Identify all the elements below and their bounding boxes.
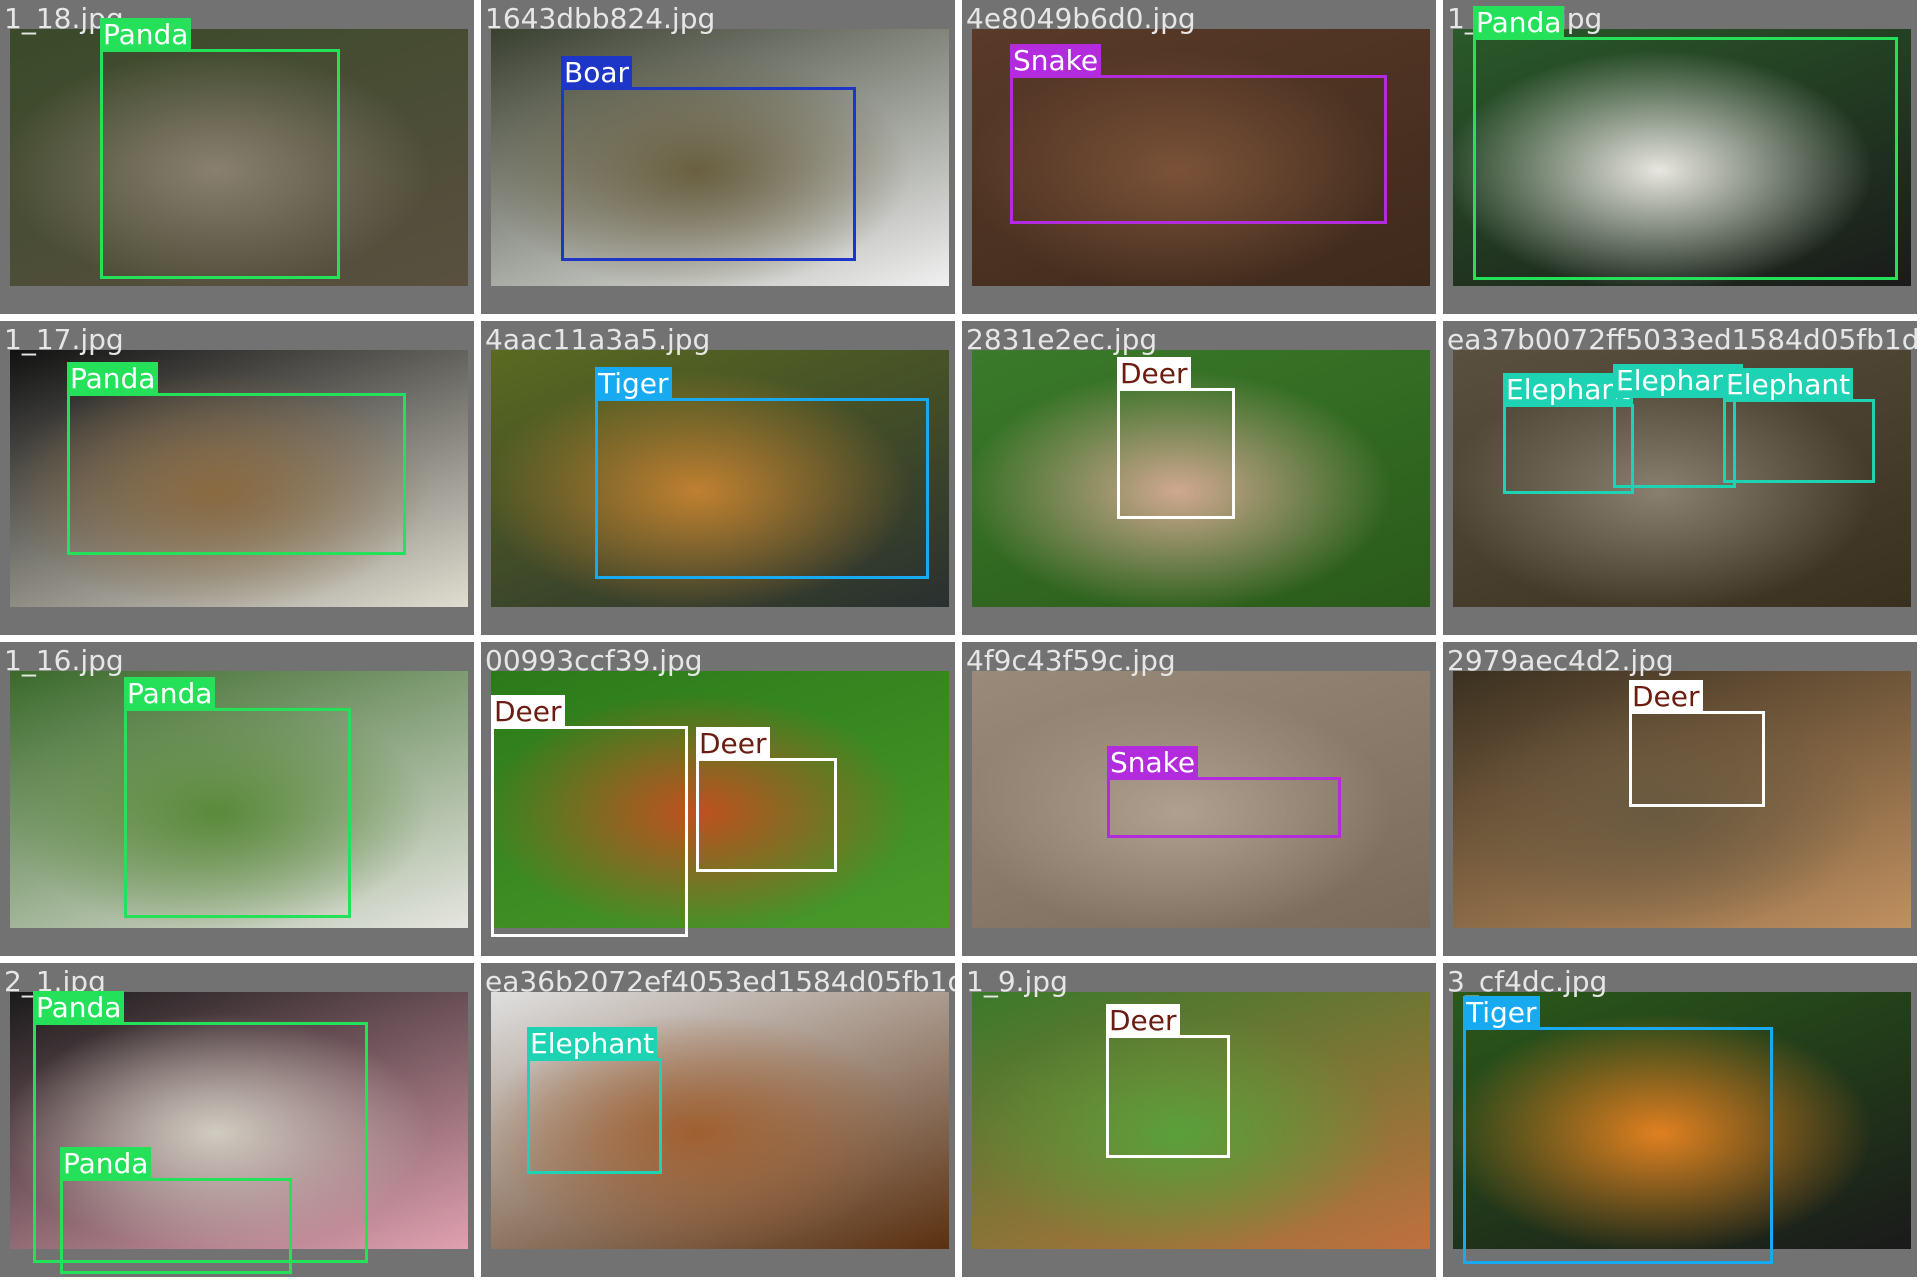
class-label: Panda bbox=[124, 677, 216, 710]
image-tile[interactable]: 2979aec4d2.jpg Deer bbox=[1443, 642, 1917, 956]
class-label: Panda bbox=[1473, 6, 1565, 39]
class-label: Panda bbox=[100, 18, 192, 51]
bounding-box-panda: Panda bbox=[1473, 6, 1898, 280]
bounding-box-deer: Deer bbox=[491, 695, 688, 937]
image-filename: 1643dbb824.jpg bbox=[485, 2, 716, 35]
bounding-box-deer: Deer bbox=[696, 727, 837, 872]
class-label: Deer bbox=[1117, 357, 1191, 390]
image-filename: 1_16.jpg bbox=[4, 644, 124, 677]
class-label: Panda bbox=[33, 991, 125, 1024]
image-filename: ea37b0072ff5033ed1584d05fb1d bbox=[1447, 323, 1917, 356]
image-tile[interactable]: 4f9c43f59c.jpg Snake bbox=[962, 642, 1436, 956]
bounding-box-tiger: Tiger bbox=[595, 367, 929, 579]
image-tile[interactable]: 1_16.jpg Panda bbox=[0, 642, 474, 956]
bounding-box-panda: Panda bbox=[100, 18, 340, 279]
class-label: Tiger bbox=[595, 367, 672, 400]
bounding-box-deer: Deer bbox=[1106, 1004, 1230, 1158]
image-filename: 1_9.jpg bbox=[966, 965, 1068, 998]
image-tile[interactable]: 1_9.jpg Deer bbox=[962, 963, 1436, 1277]
class-label: Elephant bbox=[527, 1027, 658, 1060]
bounding-box-deer: Deer bbox=[1629, 680, 1765, 807]
image-tile[interactable]: 1643dbb824.jpg Boar bbox=[481, 0, 955, 314]
bounding-box-elephant: Elephant bbox=[527, 1027, 662, 1174]
class-label: Deer bbox=[696, 727, 770, 760]
image-filename: 2979aec4d2.jpg bbox=[1447, 644, 1674, 677]
bounding-box-elephant: Elephant bbox=[1613, 364, 1744, 488]
bounding-box-panda: Panda bbox=[60, 1147, 292, 1274]
image-filename: 4f9c43f59c.jpg bbox=[966, 644, 1176, 677]
image-filename: 2831e2ec.jpg bbox=[966, 323, 1158, 356]
class-label: Snake bbox=[1010, 44, 1102, 77]
bounding-box-elephant: Elephant bbox=[1723, 368, 1875, 483]
image-filename: ea36b2072ef4053ed1584d05fb1d4498e777 bbox=[485, 965, 955, 998]
class-label: Tiger bbox=[1463, 996, 1540, 1029]
image-tile[interactable]: 1_7964.jpgPanda bbox=[1443, 0, 1917, 314]
class-label: Panda bbox=[60, 1147, 152, 1180]
image-filename: 4e8049b6d0.jpg bbox=[966, 2, 1196, 35]
image-filename: 00993ccf39.jpg bbox=[485, 644, 703, 677]
bounding-box-tiger: Tiger bbox=[1463, 996, 1773, 1264]
image-tile[interactable]: 4aac11a3a5.jpg Tiger bbox=[481, 321, 955, 635]
bounding-box-panda: Panda bbox=[67, 362, 406, 555]
image-tile[interactable]: 1_18.jpg Panda bbox=[0, 0, 474, 314]
class-label: Deer bbox=[1629, 680, 1703, 713]
image-filename: 1_17.jpg bbox=[4, 323, 124, 356]
image-tile[interactable]: 1_17.jpg Panda bbox=[0, 321, 474, 635]
bounding-box-boar: Boar bbox=[561, 56, 856, 261]
image-tile[interactable]: 3_cf4dc.jpg Tiger bbox=[1443, 963, 1917, 1277]
image-tile[interactable]: 2831e2ec.jpg Deer bbox=[962, 321, 1436, 635]
image-tile[interactable]: 2_1.jpg Panda Panda bbox=[0, 963, 474, 1277]
class-label: Panda bbox=[67, 362, 159, 395]
class-label: Deer bbox=[491, 695, 565, 728]
bounding-box-panda: Panda bbox=[124, 677, 351, 918]
image-tile[interactable]: ea37b0072ff5033ed1584d05fb1d Elephant Elep… bbox=[1443, 321, 1917, 635]
class-label: Elephant bbox=[1723, 368, 1854, 401]
class-label: Deer bbox=[1106, 1004, 1180, 1037]
image-filename: 4aac11a3a5.jpg bbox=[485, 323, 711, 356]
class-label: Boar bbox=[561, 56, 633, 89]
image-filename: 3_cf4dc.jpg bbox=[1447, 965, 1608, 998]
image-tile[interactable]: ea36b2072ef4053ed1584d05fb1d4498e777 Elep… bbox=[481, 963, 955, 1277]
bounding-box-snake: Snake bbox=[1107, 746, 1341, 838]
image-tile[interactable]: 00993ccf39.jpg Deer Deer bbox=[481, 642, 955, 956]
bounding-box-snake: Snake bbox=[1010, 44, 1387, 224]
detection-grid: 1_18.jpg Panda 1643dbb824.jpg Boar 4e8049b6d… bbox=[0, 0, 1920, 1280]
bounding-box-deer: Deer bbox=[1117, 357, 1235, 519]
class-label: Snake bbox=[1107, 746, 1199, 779]
image-tile[interactable]: 4e8049b6d0.jpg Snake bbox=[962, 0, 1436, 314]
